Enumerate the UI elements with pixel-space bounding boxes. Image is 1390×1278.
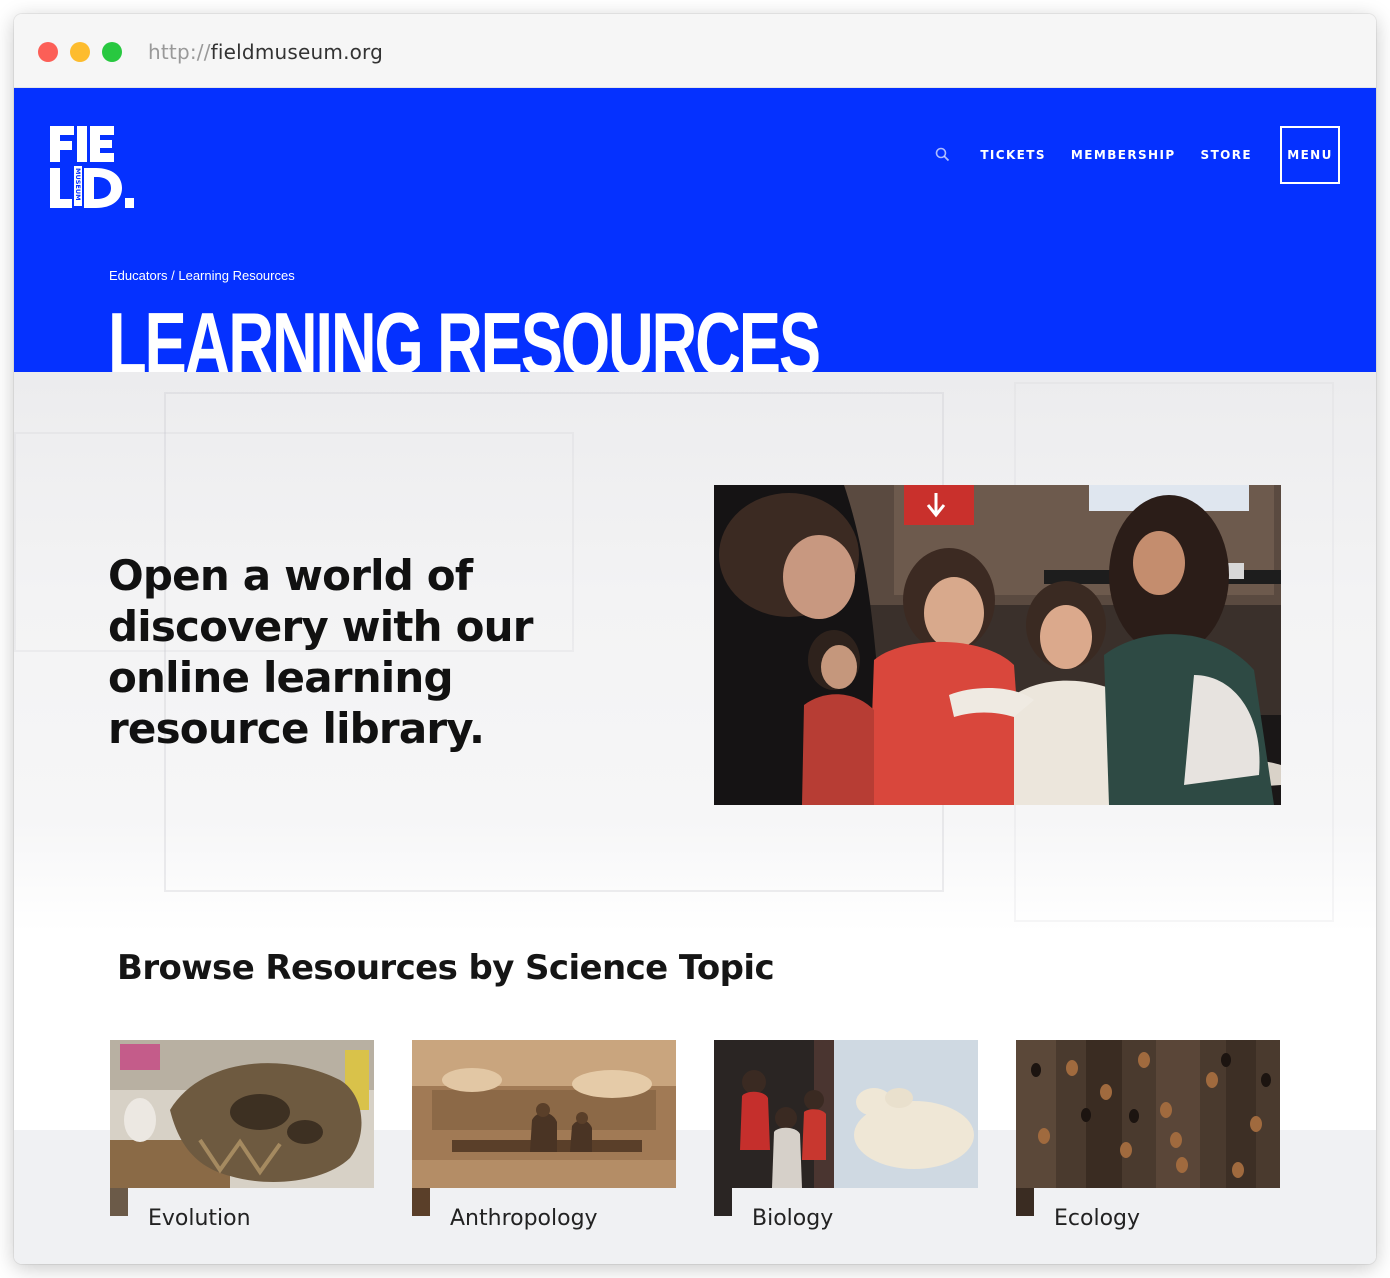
browse-section-title: Browse Resources by Science Topic	[117, 948, 775, 988]
topic-label: Evolution	[148, 1206, 251, 1231]
nav-store-link[interactable]: STORE	[1201, 148, 1252, 162]
card-image-tail	[1016, 1188, 1034, 1216]
card-image-tail	[412, 1188, 430, 1216]
anthropology-diorama-image	[412, 1040, 676, 1188]
topic-card-anthropology[interactable]: Anthropology	[412, 1040, 676, 1240]
field-museum-logo[interactable]: MUSEUM MUSEUM	[50, 124, 136, 210]
evolution-skull-image	[110, 1040, 374, 1188]
topic-card-biology[interactable]: Biology	[714, 1040, 978, 1240]
page-header: MUSEUM MUSEUM TICKETS MEMBERSHIP STORE M…	[14, 88, 1376, 372]
minimize-window-button[interactable]	[70, 42, 90, 62]
page-title: LEARNING RESOURCES	[108, 298, 819, 372]
breadcrumb[interactable]: Educators / Learning Resources	[109, 268, 295, 283]
topic-card-ecology[interactable]: Ecology	[1016, 1040, 1280, 1240]
card-image-tail	[714, 1188, 732, 1216]
nav-membership-link[interactable]: MEMBERSHIP	[1071, 148, 1176, 162]
main-nav: TICKETS MEMBERSHIP STORE MENU	[934, 126, 1340, 184]
card-image-tail	[110, 1188, 128, 1216]
url-protocol: http://	[148, 40, 211, 64]
address-bar[interactable]: http://fieldmuseum.org	[148, 40, 383, 64]
intro-section: Open a world of discovery with our onlin…	[14, 372, 1376, 932]
biology-polar-bear-image	[714, 1040, 978, 1188]
browser-window: http://fieldmuseum.org MUSEUM MUSEUM	[14, 14, 1376, 1264]
search-icon[interactable]	[934, 146, 952, 164]
url-host: fieldmuseum.org	[210, 40, 384, 64]
intro-headline: Open a world of discovery with our onlin…	[108, 551, 533, 753]
ecology-wood-acorns-image	[1016, 1040, 1280, 1188]
close-window-button[interactable]	[38, 42, 58, 62]
menu-button[interactable]: MENU	[1280, 126, 1340, 184]
topic-label: Ecology	[1054, 1206, 1141, 1231]
topic-card-evolution[interactable]: Evolution	[110, 1040, 374, 1240]
topic-label: Biology	[752, 1206, 834, 1231]
topic-label: Anthropology	[450, 1206, 598, 1231]
browser-chrome: http://fieldmuseum.org	[14, 14, 1376, 88]
nav-tickets-link[interactable]: TICKETS	[980, 148, 1046, 162]
educators-with-children-photo	[714, 485, 1281, 805]
svg-text:MUSEUM: MUSEUM	[74, 168, 82, 201]
maximize-window-button[interactable]	[102, 42, 122, 62]
